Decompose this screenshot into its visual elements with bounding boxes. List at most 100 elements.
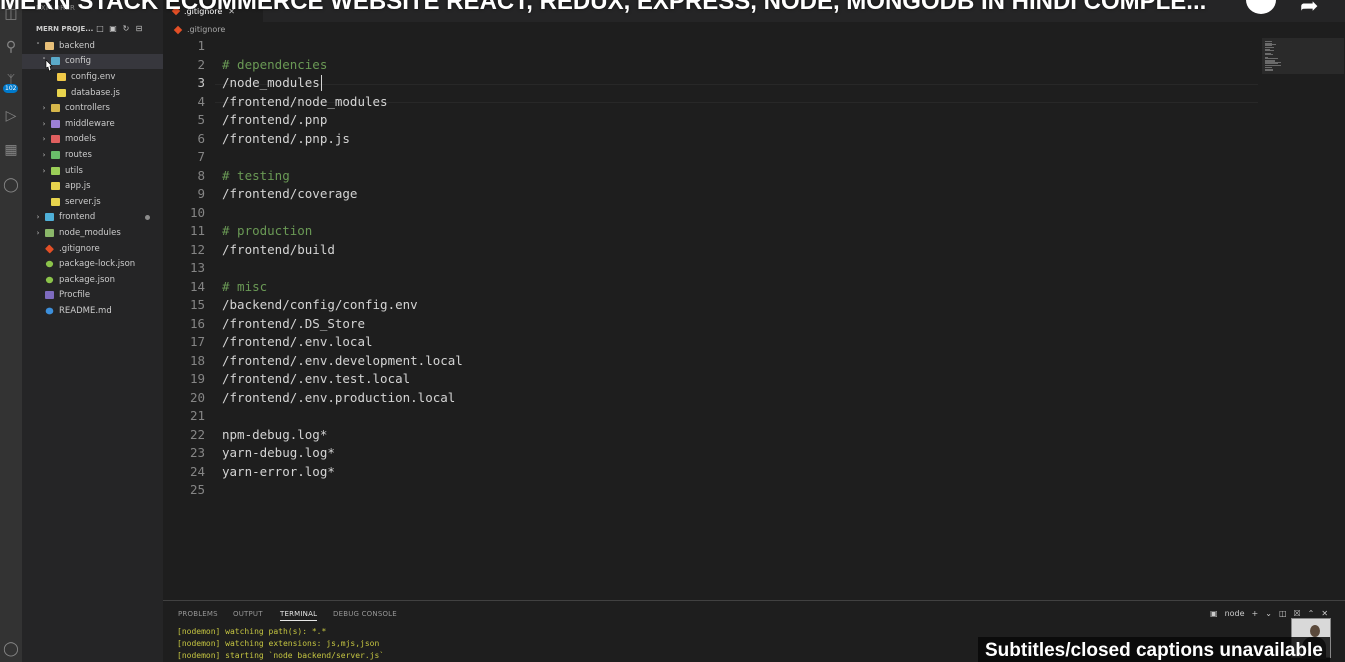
code-editor[interactable]: 1 2 # dependencies 3/node_modules 4/frontend… [163, 37, 1345, 600]
tree-item-app-js[interactable]: app.js [22, 178, 163, 194]
breadcrumb[interactable]: .gitignore [173, 25, 226, 34]
tree-item-node-modules[interactable]: › node_modules [22, 225, 163, 241]
file-tree: ˅ backend ˅ config config.env database.js › con… [22, 38, 163, 319]
trash-icon[interactable]: ☒ [1294, 609, 1301, 618]
captions-notice: Subtitles/closed captions unavailable [978, 637, 1330, 662]
tree-item-procfile[interactable]: Procfile [22, 288, 163, 304]
panel-tab-output[interactable]: OUTPUT [233, 610, 263, 618]
line-number: 9 [197, 186, 205, 201]
tree-item-label: utils [65, 165, 83, 176]
code-line: 3/node_modules [163, 74, 1263, 93]
remote-icon[interactable]: ◯ [2, 176, 20, 194]
explorer-actions: □ ▣ ↻ ⊟ [95, 23, 144, 33]
tree-item-utils[interactable]: › utils [22, 163, 163, 179]
code-line: 23 yarn-debug.log* [163, 444, 1263, 463]
tree-item-models[interactable]: › models [22, 132, 163, 148]
maximize-panel-icon[interactable]: ⌃ [1308, 609, 1315, 618]
code-line: 20/frontend/.env.production.local [163, 389, 1263, 408]
line-number: 22 [189, 426, 205, 442]
tree-item-routes[interactable]: › routes [22, 147, 163, 163]
split-terminal-icon[interactable]: ◫ [1279, 609, 1287, 618]
code-line: 9/frontend/coverage [163, 185, 1263, 204]
folder-icon [45, 213, 54, 222]
search-icon[interactable]: ⚲ [2, 38, 20, 56]
account-icon[interactable]: ◯ [2, 640, 20, 658]
add-terminal-icon[interactable]: + [1252, 609, 1259, 618]
tree-item-label: package-lock.json [59, 259, 136, 270]
tree-item-package-lock-json[interactable]: package-lock.json [22, 256, 163, 272]
extensions-icon[interactable]: ▦ [2, 141, 20, 159]
explorer-sidebar: EXPLORER MERN PROJE... □ ▣ ↻ ⊟ ˅ backend ˅… [22, 0, 163, 662]
minimap[interactable] [1262, 38, 1344, 74]
line-number: 4 [197, 93, 205, 109]
tree-item-server-js[interactable]: server.js [22, 194, 163, 210]
minimap-line [1265, 50, 1274, 52]
code-line: 13 [163, 259, 1263, 278]
line-number: 8 [197, 167, 205, 183]
chevron-right-icon: › [36, 213, 40, 222]
line-number: 15 [189, 297, 205, 312]
tree-item-gitignore[interactable]: .gitignore [22, 241, 163, 257]
line-number: 18 [189, 352, 205, 368]
line-number: 7 [197, 149, 205, 164]
close-panel-icon[interactable]: ✕ [1321, 609, 1328, 618]
run-debug-icon[interactable]: ▷ [2, 107, 20, 125]
chevron-right-icon: › [42, 166, 46, 175]
tree-item-label: README.md [59, 305, 112, 316]
panel-tab-debug-console[interactable]: DEBUG CONSOLE [333, 610, 397, 618]
code-text: /frontend/node_modules [222, 93, 388, 109]
folder-icon [51, 104, 60, 113]
minimap-line [1265, 69, 1273, 71]
code-line: 24 yarn-error.log* [163, 463, 1263, 482]
tree-item-controllers[interactable]: › controllers [22, 100, 163, 116]
collapse-all-icon[interactable]: ⊟ [134, 23, 144, 33]
tree-item-package-json[interactable]: package.json [22, 272, 163, 288]
chevron-right-icon: › [42, 119, 46, 128]
chevron-down-icon: ˅ [36, 41, 40, 50]
tree-item-label: Procfile [59, 290, 91, 301]
tree-item-frontend[interactable]: › frontend [22, 210, 163, 226]
code-line: 6/frontend/.pnp.js [163, 130, 1263, 149]
tree-item-label: node_modules [59, 227, 121, 238]
chevron-down-icon[interactable]: ⌄ [1265, 609, 1272, 618]
tree-item-label: config.env [71, 71, 116, 82]
source-control-badge: 102 [3, 84, 19, 93]
code-line: 10 [163, 204, 1263, 223]
video-title[interactable]: MERN STACK ECOMMERCE WEBSITE REACT, REDU… [0, 0, 1206, 16]
js-file-icon [51, 182, 60, 191]
folder-icon [51, 135, 60, 144]
line-number: 16 [189, 315, 205, 331]
new-file-icon[interactable]: □ [95, 23, 105, 33]
line-number: 17 [189, 334, 205, 349]
refresh-icon[interactable]: ↻ [121, 23, 131, 33]
line-number: 20 [189, 389, 205, 405]
terminal-name[interactable]: node [1225, 609, 1245, 618]
tree-item-label: middleware [65, 118, 115, 129]
folder-icon [45, 228, 54, 237]
new-folder-icon[interactable]: ▣ [108, 23, 118, 33]
breadcrumb-label: .gitignore [187, 25, 226, 34]
js-file-icon [57, 88, 66, 97]
share-icon[interactable]: ➦ [1300, 0, 1318, 19]
line-number: 21 [189, 408, 205, 423]
code-text: yarn-debug.log* [222, 445, 335, 460]
line-number: 11 [189, 223, 205, 238]
tree-item-database-js[interactable]: database.js [22, 85, 163, 101]
js-file-icon [51, 197, 60, 206]
tree-item-middleware[interactable]: › middleware [22, 116, 163, 132]
panel-tab-problems[interactable]: PROBLEMS [178, 610, 218, 618]
tree-item-readme-md[interactable]: README.md [22, 303, 163, 319]
code-text: /frontend/.env.development.local [222, 352, 463, 368]
tree-item-label: config [65, 56, 92, 67]
workspace-section-title[interactable]: MERN PROJE... [36, 25, 93, 33]
code-line: 12/frontend/build [163, 241, 1263, 260]
json-file-icon [45, 260, 54, 268]
chevron-right-icon: › [42, 135, 46, 144]
code-text: /frontend/coverage [222, 186, 358, 201]
code-line: 16/frontend/.DS_Store [163, 315, 1263, 334]
code-line: 7 [163, 148, 1263, 167]
tree-item-backend[interactable]: ˅ backend [22, 38, 163, 54]
chevron-right-icon: › [42, 150, 46, 159]
panel-tab-terminal[interactable]: TERMINAL [280, 610, 318, 621]
folder-icon [51, 119, 60, 128]
